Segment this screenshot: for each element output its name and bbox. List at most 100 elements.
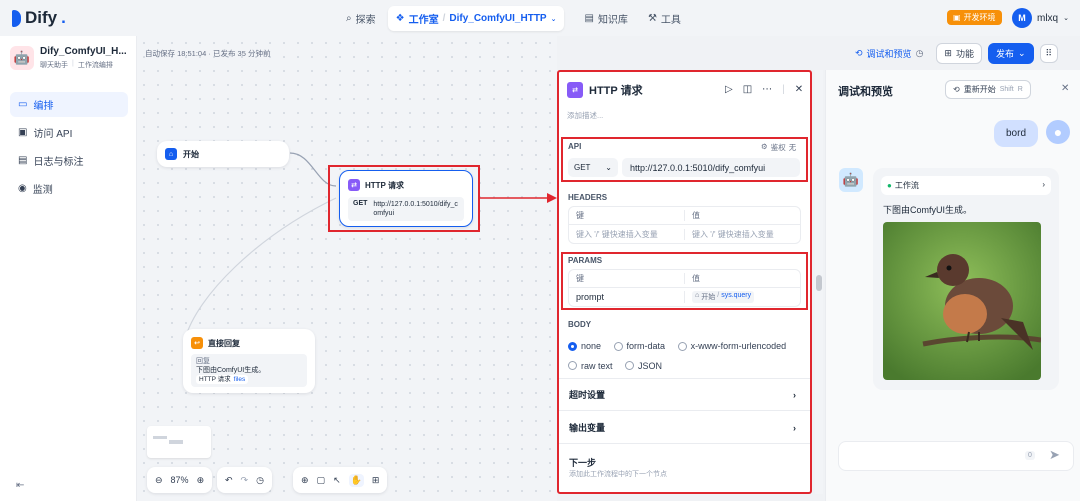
add-node-icon[interactable]: ⊕ bbox=[301, 475, 309, 486]
features-button[interactable]: ⊞ 功能 bbox=[936, 43, 982, 64]
auth-setting[interactable]: ⚙ 鉴权无 bbox=[761, 142, 796, 153]
explore-icon: ⌕ bbox=[346, 13, 352, 24]
body-radio-raw[interactable]: raw text bbox=[568, 357, 613, 375]
variable-ref: HTTP 请求 files bbox=[196, 375, 249, 384]
url-input[interactable]: http://127.0.0.1:5010/dify_comfyui bbox=[622, 158, 800, 177]
body-radio-form-data[interactable]: form-data bbox=[613, 337, 665, 355]
param-value-input[interactable]: ⌂ 开始 / sys.query bbox=[684, 291, 800, 303]
history-icon[interactable]: ◷ bbox=[256, 475, 264, 486]
zoom-level[interactable]: 87% bbox=[171, 475, 189, 485]
user-message: bord bbox=[994, 120, 1039, 147]
hand-icon[interactable]: ✋ bbox=[348, 473, 364, 487]
nav-studio[interactable]: ❖ 工作室 / Dify_ComfyUI_HTTP ⌄ bbox=[387, 6, 565, 31]
http-request-node[interactable]: ⇄ HTTP 请求 GET http://127.0.0.1:5010/dify… bbox=[339, 170, 473, 227]
collapse-sidebar-icon[interactable]: ⇤ bbox=[16, 480, 24, 491]
send-icon[interactable]: ➤ bbox=[1049, 447, 1060, 463]
output-vars-section[interactable]: 输出变量 › bbox=[559, 421, 806, 434]
play-icon: ⟲ bbox=[855, 48, 863, 58]
sidebar: 🤖 Dify_ComfyUI_H... 聊天助手 | 工作流编排 ▭ 编排 ▣ 访问… bbox=[0, 36, 137, 501]
canvas-tools: ⊕ ▢ ↖ ✋ ⊞ bbox=[293, 467, 388, 493]
sidebar-nav: ▭ 编排 ▣ 访问 API ▤ 日志与标注 ◉ 监测 bbox=[10, 92, 128, 201]
sidebar-item-orchestrate[interactable]: ▭ 编排 bbox=[10, 92, 128, 117]
dify-logo[interactable]: Dify. bbox=[12, 8, 66, 28]
redo-icon[interactable]: ↷ bbox=[241, 475, 249, 486]
grid-icon: ⊞ bbox=[944, 48, 952, 58]
nav-tools[interactable]: ⚒ 工具 bbox=[640, 6, 689, 31]
clock-icon: ◷ bbox=[915, 48, 924, 58]
workflow-status[interactable]: ● 工作流 › bbox=[881, 176, 1051, 195]
timeout-section[interactable]: 超时设置 › bbox=[559, 388, 806, 401]
answer-node[interactable]: ↩ 直接回复 回复 下图由ComfyUI生成。 HTTP 请求 files bbox=[183, 329, 315, 393]
env-icon: ▣ bbox=[953, 13, 961, 22]
tools-icon: ⚒ bbox=[647, 13, 657, 24]
user-menu[interactable]: M mlxq ⌄ bbox=[1012, 8, 1069, 28]
dify-logo-mark bbox=[12, 9, 21, 27]
variable-chip: ⌂ 开始 / sys.query bbox=[692, 291, 755, 303]
studio-icon: ❖ bbox=[395, 13, 405, 24]
http-node-panel: ⇄ HTTP 请求 ▷ ◫ ⋯ | ✕ 添加描述... API ⚙ 鉴权无 GET… bbox=[557, 70, 812, 494]
logo-text: Dify bbox=[25, 8, 58, 27]
publish-button[interactable]: 发布 ⌄ bbox=[987, 43, 1034, 64]
home-icon: ⌂ bbox=[165, 148, 177, 160]
nav-knowledge[interactable]: ▤ 知识库 bbox=[576, 6, 635, 31]
gear-icon: ⚙ bbox=[761, 142, 768, 151]
chevron-down-icon: ⌄ bbox=[1063, 15, 1069, 22]
app-name: Dify_ComfyUI_H... bbox=[40, 46, 127, 57]
undo-icon[interactable]: ↶ bbox=[225, 475, 233, 486]
workflow-canvas[interactable]: 自动保存 18:51:04 · 已发布 35 分钟前 ⌂ 开始 ⇄ HTTP 请… bbox=[137, 36, 557, 501]
run-icon[interactable]: ▷ bbox=[725, 84, 733, 95]
app-header[interactable]: 🤖 Dify_ComfyUI_H... 聊天助手 | 工作流编排 bbox=[10, 46, 127, 70]
sidebar-item-monitor[interactable]: ◉ 监测 bbox=[10, 176, 128, 201]
minimap[interactable] bbox=[147, 426, 211, 458]
body-label: BODY bbox=[568, 320, 592, 329]
zoom-in-icon[interactable]: ⊕ bbox=[197, 475, 205, 486]
main-nav: ⌕ 探索 ❖ 工作室 / Dify_ComfyUI_HTTP ⌄ ▤ 知识库 ⚒… bbox=[338, 6, 689, 31]
chevron-right-icon: › bbox=[793, 389, 796, 400]
top-bar: Dify. ⌕ 探索 ❖ 工作室 / Dify_ComfyUI_HTTP ⌄ ▤… bbox=[0, 0, 1080, 36]
answer-text: 下图由ComfyUI生成。 bbox=[883, 205, 973, 215]
body-radio-none[interactable]: none bbox=[568, 337, 601, 355]
more-button[interactable]: ⠿ bbox=[1039, 44, 1059, 63]
header-key-input[interactable]: 键入 '/' 键快速插入变量 bbox=[569, 229, 684, 240]
more-icon[interactable]: ⋯ bbox=[762, 84, 772, 95]
layout-icon[interactable]: ⊞ bbox=[372, 475, 380, 486]
api-icon: ⇄ bbox=[348, 179, 360, 191]
pointer-icon[interactable]: ↖ bbox=[333, 475, 341, 486]
current-app-name[interactable]: Dify_ComfyUI_HTTP bbox=[449, 13, 546, 24]
panel-title[interactable]: HTTP 请求 bbox=[589, 82, 643, 98]
docs-icon[interactable]: ◫ bbox=[743, 84, 752, 95]
body-radio-json[interactable]: JSON bbox=[625, 357, 662, 375]
app-tag: 聊天助手 bbox=[40, 62, 68, 69]
apps-icon: ⠿ bbox=[1045, 48, 1053, 58]
sidebar-item-api[interactable]: ▣ 访问 API bbox=[10, 120, 128, 145]
chat-input[interactable]: 0 ➤ bbox=[838, 441, 1074, 471]
bot-avatar: 🤖 bbox=[839, 168, 863, 192]
note-icon[interactable]: ▢ bbox=[317, 475, 326, 486]
params-table: 键 值 prompt ⌂ 开始 / sys.query bbox=[568, 269, 801, 307]
terminal-icon: ▣ bbox=[18, 127, 28, 138]
char-counter: 0 bbox=[1025, 451, 1035, 460]
description-input[interactable]: 添加描述... bbox=[567, 110, 603, 121]
monitor-icon: ◉ bbox=[18, 183, 27, 194]
log-icon: ▤ bbox=[18, 155, 28, 166]
restart-button[interactable]: ⟲ 重新开始 Shift R bbox=[945, 80, 1031, 99]
sidebar-item-logs[interactable]: ▤ 日志与标注 bbox=[10, 148, 128, 173]
zoom-out-icon[interactable]: ⊖ bbox=[155, 475, 163, 486]
generated-bird-image[interactable] bbox=[883, 222, 1041, 380]
param-key-input[interactable]: prompt bbox=[569, 292, 684, 302]
api-label: API bbox=[568, 142, 582, 151]
next-step-title: 下一步 bbox=[569, 458, 597, 468]
start-node[interactable]: ⌂ 开始 bbox=[157, 141, 289, 167]
home-icon: ⌂ bbox=[695, 292, 700, 299]
close-icon[interactable]: ✕ bbox=[795, 84, 803, 95]
body-radio-urlencoded[interactable]: x-www-form-urlencoded bbox=[677, 337, 786, 355]
debug-preview-button[interactable]: ⟲ 调试和预览 ◷ bbox=[848, 44, 930, 63]
panel-scrollbar[interactable] bbox=[815, 70, 823, 494]
close-icon[interactable]: ✕ bbox=[1061, 83, 1069, 94]
nav-explore[interactable]: ⌕ 探索 bbox=[338, 6, 384, 31]
next-step-desc: 添加此工作流程中的下一个节点 bbox=[569, 471, 667, 478]
header-value-input[interactable]: 键入 '/' 键快速插入变量 bbox=[684, 228, 800, 240]
method-select[interactable]: GET ⌄ bbox=[568, 158, 618, 177]
check-circle-icon: ● bbox=[887, 181, 892, 190]
knowledge-icon: ▤ bbox=[584, 13, 594, 24]
